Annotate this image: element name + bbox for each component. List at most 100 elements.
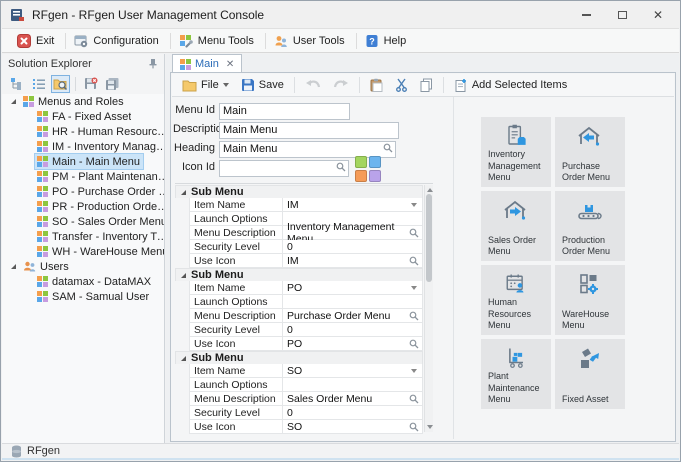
expander-icon[interactable] [11, 99, 16, 104]
menu-tools-button[interactable]: Menu Tools [174, 31, 262, 51]
help-button[interactable]: ? Help [360, 31, 415, 51]
tile-warehouse[interactable]: WareHouse Menu [555, 265, 625, 335]
expander-icon[interactable] [11, 264, 16, 269]
vertical-scrollbar[interactable] [424, 185, 433, 432]
tile-sales-order[interactable]: Sales Order Menu [481, 191, 551, 261]
icon-id-input[interactable] [219, 160, 349, 177]
tree-item-sam[interactable]: SAM - Samual User [2, 289, 164, 304]
item-name-label: Item Name [189, 198, 283, 212]
heading-input[interactable] [219, 141, 396, 158]
tile-fixed-asset[interactable]: Fixed Asset [555, 339, 625, 409]
launch-options-value[interactable] [283, 295, 423, 309]
tree-item-main[interactable]: Main - Main Menu [2, 154, 164, 169]
configuration-button[interactable]: Configuration [69, 31, 166, 51]
exit-button[interactable]: Exit [12, 31, 62, 51]
description-input[interactable] [219, 122, 399, 139]
tab-main[interactable]: Main ✕ [172, 54, 242, 73]
search-icon[interactable] [336, 162, 346, 172]
tile-inventory-management[interactable]: Inventory Management Menu [481, 117, 551, 187]
search-folder-button[interactable] [51, 75, 70, 93]
menu-description-value[interactable]: Sales Order Menu [283, 392, 423, 406]
tree-item-wh[interactable]: WH - WareHouse Menu [2, 244, 164, 259]
maximize-icon [618, 11, 627, 19]
inventory-icon [501, 123, 531, 149]
icon-color-picker[interactable] [355, 156, 381, 182]
menu-id-input[interactable] [219, 103, 350, 120]
security-level-value[interactable]: 0 [283, 323, 423, 337]
dropdown-caret-icon[interactable] [411, 369, 417, 373]
item-name-value[interactable]: SO [283, 364, 423, 378]
menu-description-value[interactable]: Inventory Management Menu [283, 226, 423, 240]
tree-item-label: SAM - Samual User [52, 291, 149, 303]
tree-item-pr[interactable]: PR - Production Order Menu [2, 199, 164, 214]
search-icon[interactable] [409, 394, 419, 404]
tree-item-hr[interactable]: HR - Human Resources M... [2, 124, 164, 139]
tree-item-datamax[interactable]: datamax - DataMAX [2, 274, 164, 289]
item-name-value[interactable]: IM [283, 198, 423, 212]
redo-button[interactable] [329, 77, 353, 93]
submenu-section-header[interactable]: Sub Menu [175, 351, 423, 364]
icon-swatch-blue[interactable] [369, 156, 381, 168]
scrollbar-thumb[interactable] [426, 194, 432, 282]
undo-button[interactable] [301, 77, 325, 93]
menu-description-value[interactable]: Purchase Order Menu [283, 309, 423, 323]
search-icon[interactable] [409, 256, 419, 266]
close-button[interactable]: ✕ [644, 4, 672, 26]
icon-swatch-orange[interactable] [355, 170, 367, 182]
collapse-tree-button[interactable] [7, 75, 26, 93]
tree-item-transfer[interactable]: Transfer - Inventory Trans... [2, 229, 164, 244]
dropdown-caret-icon[interactable] [411, 286, 417, 290]
tile-purchase-order[interactable]: Purchase Order Menu [555, 117, 625, 187]
item-name-value[interactable]: PO [283, 281, 423, 295]
user-tools-button[interactable]: User Tools [269, 31, 353, 51]
search-icon[interactable] [409, 228, 419, 238]
icon-swatch-green[interactable] [355, 156, 367, 168]
use-icon-value[interactable]: IM [283, 254, 423, 268]
tile-production-order[interactable]: Production Order Menu [555, 191, 625, 261]
help-label: Help [384, 35, 407, 47]
use-icon-value[interactable]: SO [283, 420, 423, 434]
use-icon-value[interactable]: PO [283, 337, 423, 351]
tree-item-im[interactable]: IM - Inventory Manageme... [2, 139, 164, 154]
security-level-value[interactable]: 0 [283, 406, 423, 420]
file-menu-button[interactable]: File [178, 77, 233, 94]
save-remove-button[interactable] [81, 75, 100, 93]
save-button[interactable]: Save [237, 76, 288, 94]
search-icon[interactable] [409, 422, 419, 432]
copy-button[interactable] [416, 76, 437, 94]
tree-item-pm[interactable]: PM - Plant Maintenance M... [2, 169, 164, 184]
add-selected-items-button[interactable]: Add Selected Items [450, 76, 571, 94]
tile-label: Production Order Menu [555, 235, 625, 262]
scroll-up-icon[interactable] [427, 188, 433, 192]
tree-item-users[interactable]: Users [2, 259, 164, 274]
paste-button[interactable] [366, 76, 387, 94]
tree-item-fa[interactable]: FA - Fixed Asset [2, 109, 164, 124]
tree-item-po[interactable]: PO - Purchase Order Menu [2, 184, 164, 199]
minimize-button[interactable] [572, 4, 600, 26]
tree-item-so[interactable]: SO - Sales Order Menu [2, 214, 164, 229]
search-icon[interactable] [409, 339, 419, 349]
launch-options-value[interactable] [283, 378, 423, 392]
submenu-section-header[interactable]: Sub Menu [175, 268, 423, 281]
list-view-button[interactable] [29, 75, 48, 93]
user-grid-icon [37, 276, 48, 287]
maximize-button[interactable] [608, 4, 636, 26]
security-level-value[interactable]: 0 [283, 240, 423, 254]
database-icon [11, 445, 22, 458]
cut-button[interactable] [391, 76, 412, 94]
search-icon[interactable] [409, 311, 419, 321]
tree-item-label: PO - Purchase Order Menu [52, 186, 164, 198]
search-icon[interactable] [383, 143, 393, 153]
copy-icon [420, 78, 433, 92]
tile-plant-maintenance[interactable]: Plant Maintenance Menu [481, 339, 551, 409]
dropdown-caret-icon[interactable] [411, 203, 417, 207]
pin-icon[interactable] [148, 58, 158, 69]
scroll-down-icon[interactable] [427, 425, 433, 429]
tree-item-menus-and-roles[interactable]: Menus and Roles [2, 94, 164, 109]
submenu-section-header[interactable]: Sub Menu [175, 185, 423, 198]
save-all-button[interactable] [103, 75, 122, 93]
tile-human-resources[interactable]: Human Resources Menu [481, 265, 551, 335]
icon-swatch-purple[interactable] [369, 170, 381, 182]
tab-close-icon[interactable]: ✕ [226, 59, 234, 70]
use-icon-label: Use Icon [189, 420, 283, 434]
